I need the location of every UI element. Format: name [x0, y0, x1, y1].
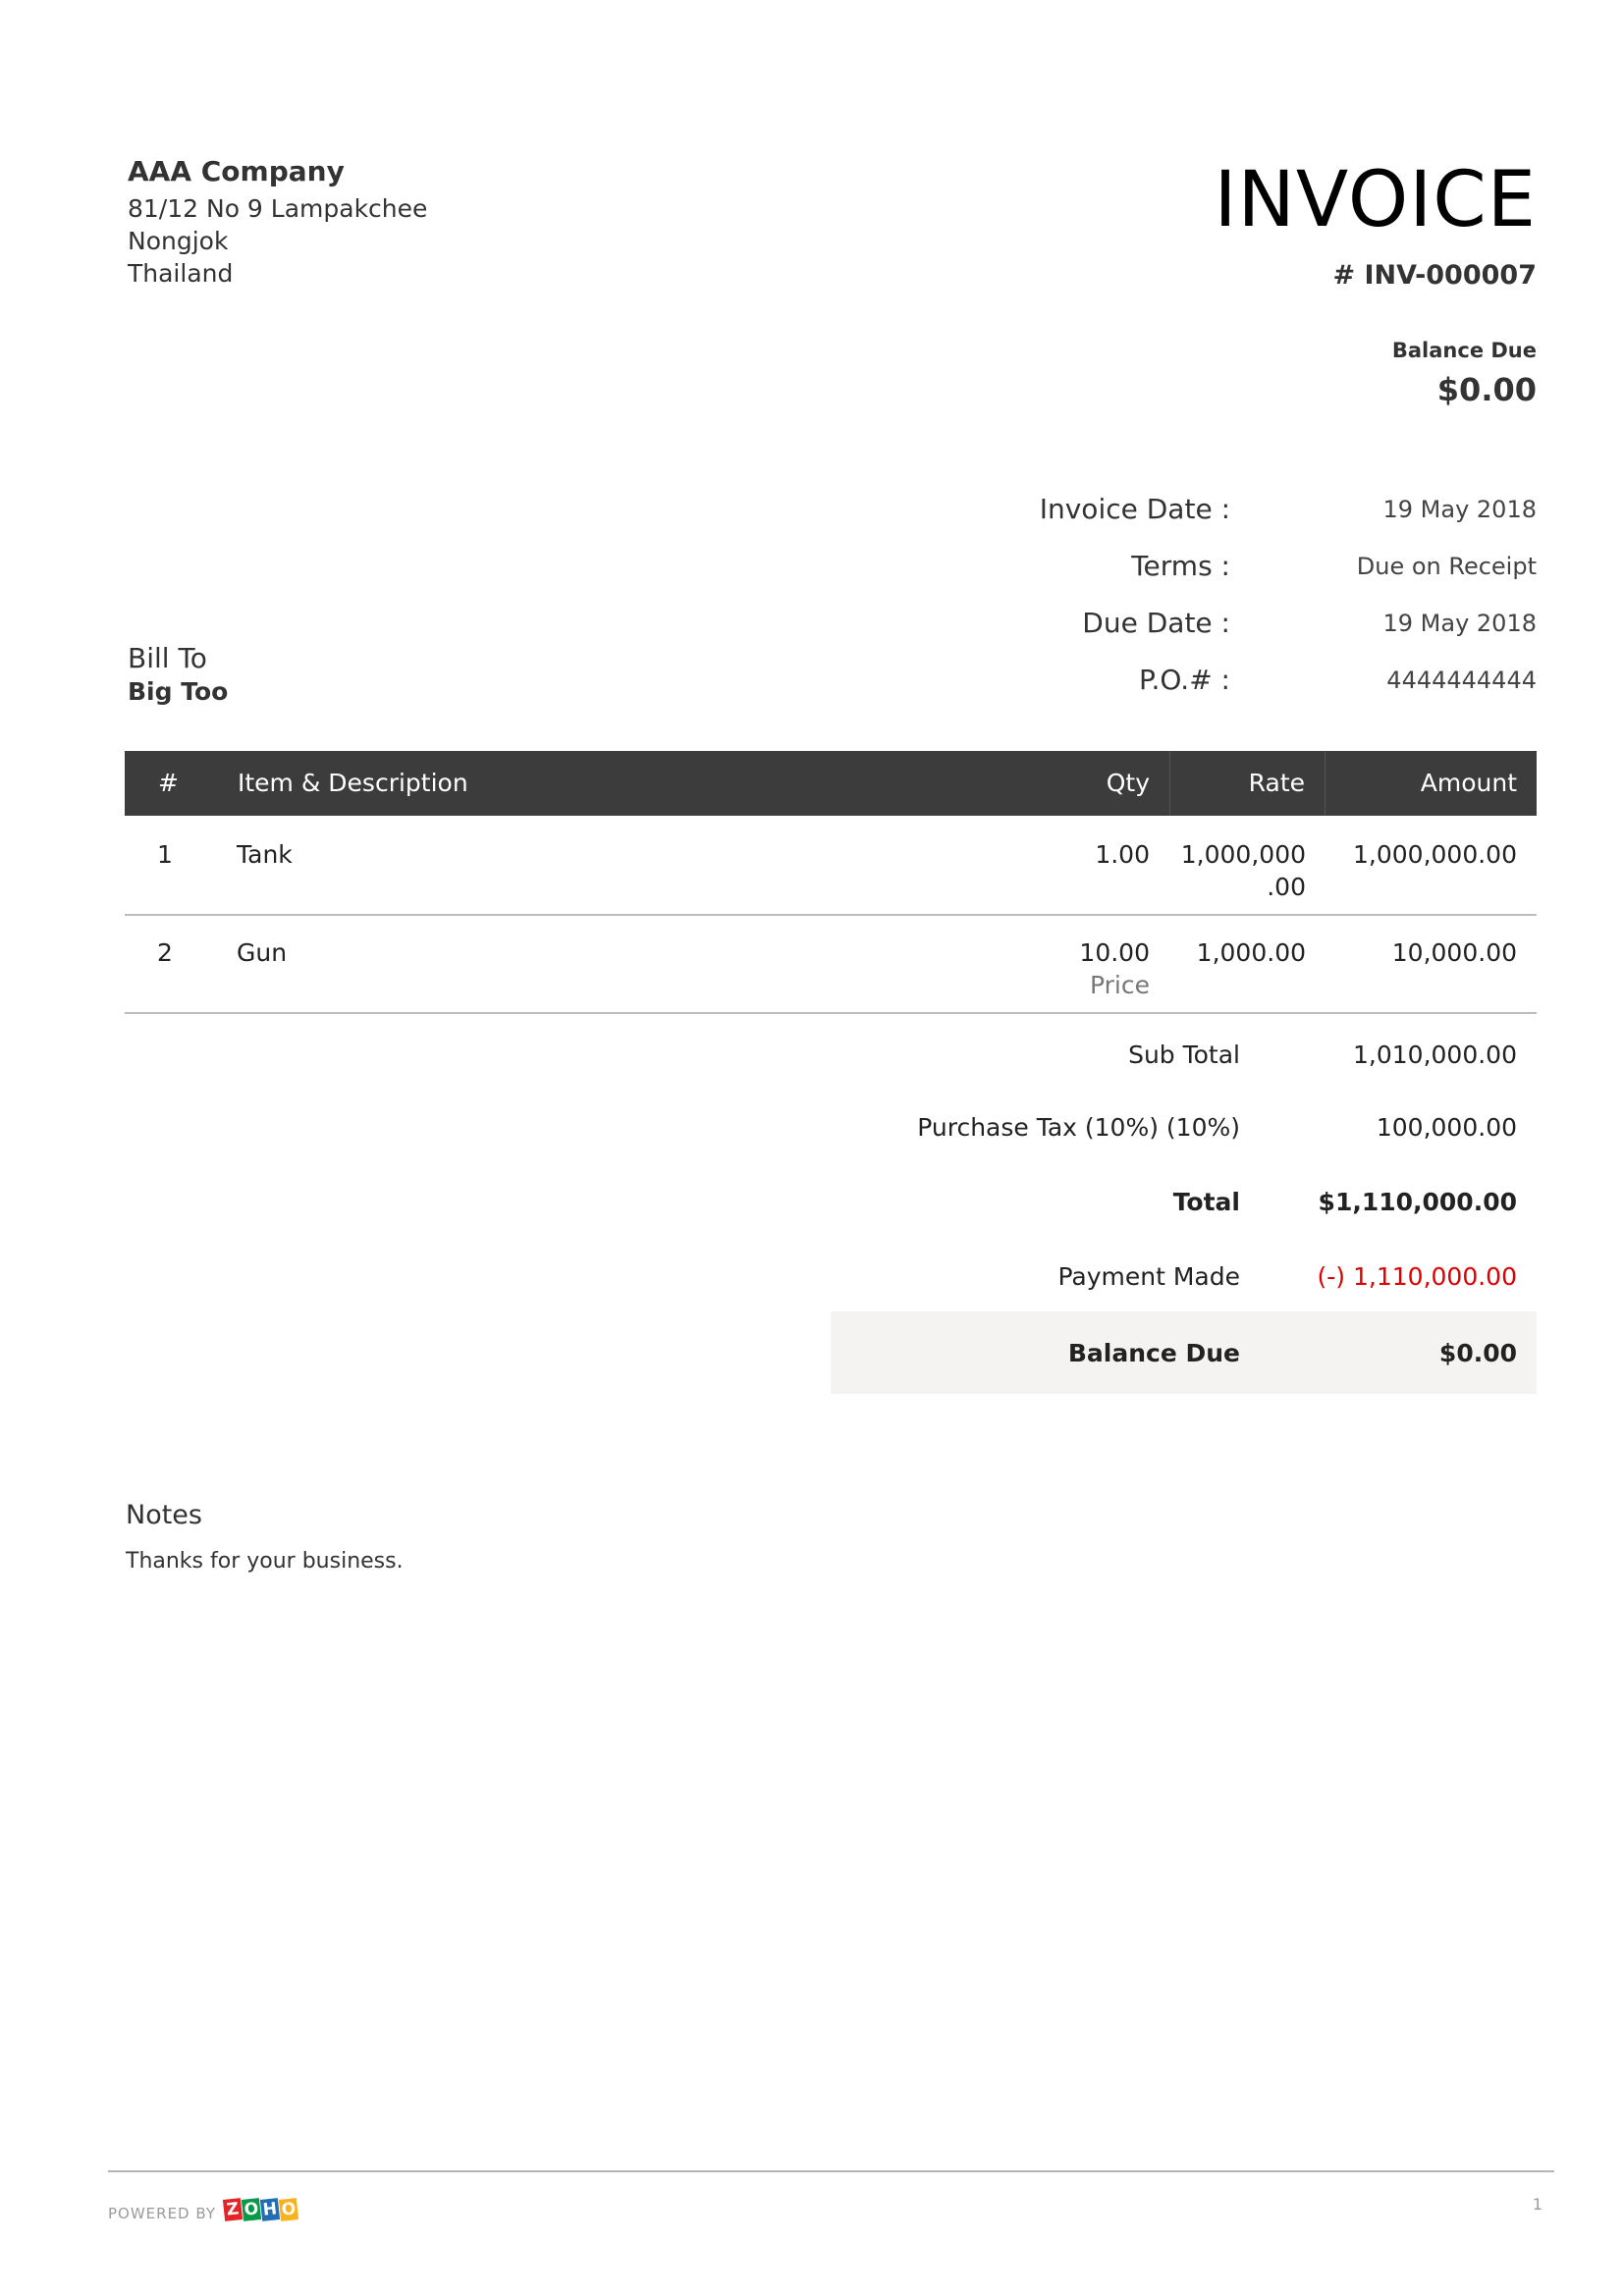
powered-by-label: POWERED BY [108, 2205, 217, 2222]
footer-divider [108, 2170, 1554, 2172]
header-item: Item & Description [238, 769, 468, 797]
row-amount: 10,000.00 [1391, 938, 1517, 967]
tax-value: 100,000.00 [1376, 1113, 1517, 1142]
zoho-logo-letter: O [241, 2198, 262, 2221]
row-amount: 1,000,000.00 [1353, 840, 1517, 869]
row-divider [125, 914, 1537, 916]
header-rate: Rate [1248, 769, 1305, 797]
notes-text: Thanks for your business. [126, 1549, 404, 1574]
row-divider [125, 1012, 1537, 1014]
header-amount: Amount [1420, 769, 1517, 797]
invoice-date-label: Invoice Date : [1039, 493, 1230, 525]
row-num: 1 [157, 840, 173, 869]
bill-to-label: Bill To [128, 642, 207, 674]
po-number-value: 4444444444 [1386, 667, 1537, 694]
row-item: Tank [237, 840, 293, 869]
po-number-label: P.O.# : [1138, 664, 1230, 696]
payment-made-value: (-) 1,110,000.00 [1317, 1262, 1517, 1291]
sub-total-value: 1,010,000.00 [1353, 1041, 1517, 1069]
zoho-logo-letter: Z [222, 2198, 243, 2221]
due-date-value: 19 May 2018 [1382, 610, 1538, 637]
balance-due-total-label: Balance Due [1067, 1339, 1240, 1367]
header-num: # [158, 769, 179, 797]
row-rate-continuation: .00 [1267, 873, 1306, 901]
company-address-line-2: Nongjok [128, 227, 229, 255]
company-address-line-3: Thailand [128, 259, 234, 288]
header-qty: Qty [1106, 769, 1150, 797]
terms-label: Terms : [1131, 550, 1230, 582]
items-table-header: # Item & Description Qty Rate Amount [125, 751, 1537, 816]
sub-total-label: Sub Total [1128, 1041, 1240, 1069]
zoho-logo-letter: O [278, 2198, 299, 2221]
bill-to-name: Big Too [128, 677, 229, 706]
zoho-logo: Z O H O [222, 2198, 299, 2224]
page-number: 1 [1532, 2195, 1542, 2214]
terms-value: Due on Receipt [1356, 553, 1537, 580]
header-separator [1169, 751, 1170, 816]
company-address-line-1: 81/12 No 9 Lampakchee [128, 194, 428, 223]
balance-due-amount: $0.00 [1436, 371, 1537, 408]
company-name: AAA Company [128, 155, 345, 187]
payment-made-label: Payment Made [1057, 1262, 1240, 1291]
total-value: $1,110,000.00 [1318, 1188, 1517, 1216]
invoice-number: # INV-000007 [1332, 260, 1537, 291]
tax-label: Purchase Tax (10%) (10%) [917, 1113, 1240, 1142]
row-item: Gun [237, 938, 288, 967]
balance-due-label: Balance Due [1391, 339, 1537, 362]
row-rate: 1,000.00 [1196, 938, 1306, 967]
row-qty: 1.00 [1095, 840, 1150, 869]
row-rate: 1,000,000 [1180, 840, 1306, 869]
invoice-date-value: 19 May 2018 [1382, 496, 1538, 523]
row-qty-unit: Price [1090, 971, 1150, 999]
row-qty: 10.00 [1079, 938, 1150, 967]
notes-label: Notes [126, 1500, 202, 1530]
balance-due-total-value: $0.00 [1438, 1339, 1517, 1367]
row-num: 2 [157, 938, 173, 967]
zoho-logo-letter: H [259, 2198, 281, 2221]
invoice-title: INVOICE [1214, 156, 1537, 244]
due-date-label: Due Date : [1082, 607, 1230, 639]
total-label: Total [1172, 1188, 1240, 1216]
